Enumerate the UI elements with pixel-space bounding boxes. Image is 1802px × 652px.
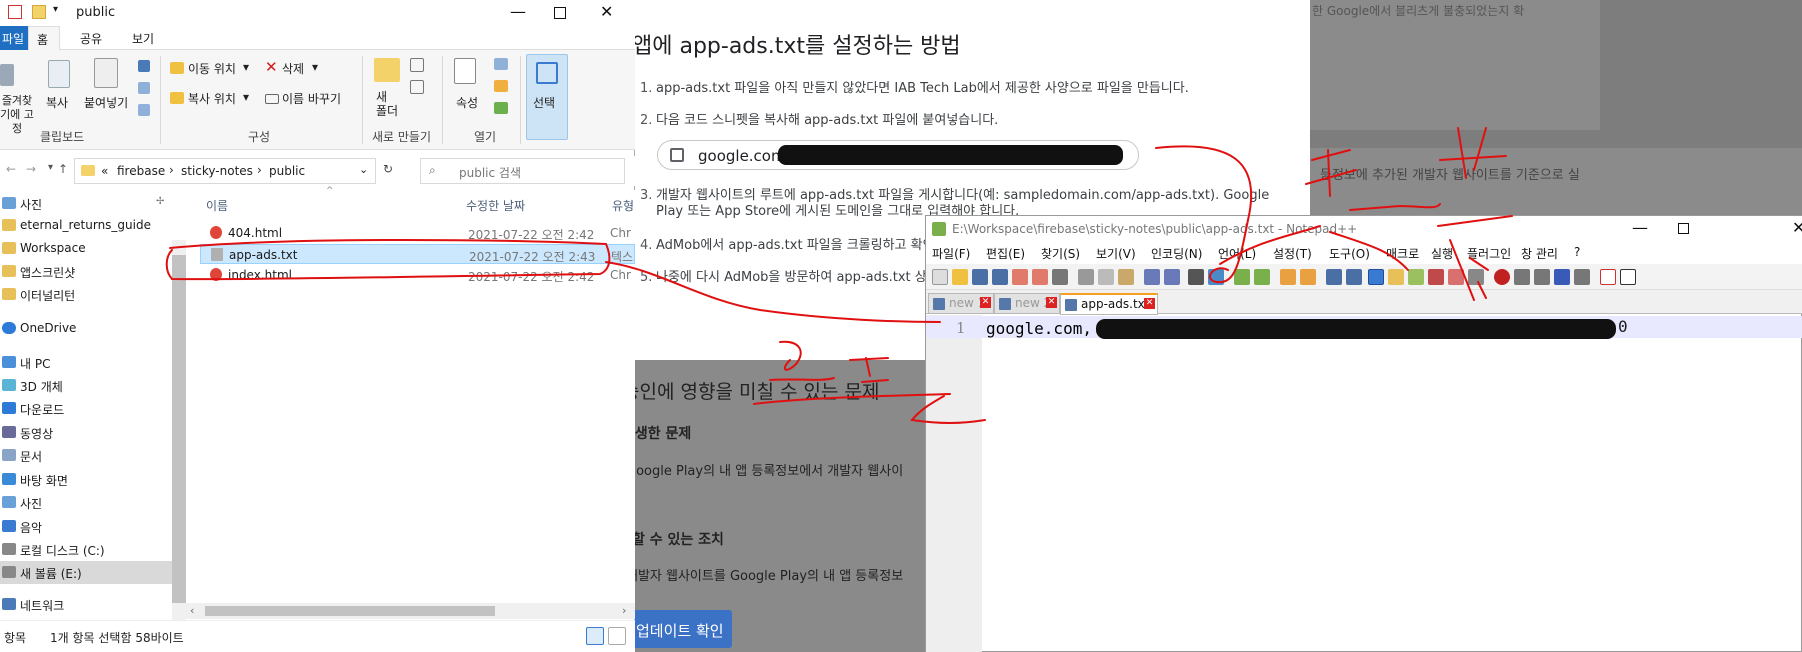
ink-doodle	[769, 340, 835, 381]
ink-strokes	[165, 127, 1513, 424]
red-ink-annotations	[165, 127, 1513, 424]
ink-doodle	[1219, 225, 1489, 299]
ink-doodle	[753, 357, 951, 405]
ink-right-brace	[1155, 145, 1253, 284]
ink-circle-selected-file	[165, 239, 611, 281]
ink-doodle	[1305, 149, 1441, 211]
ink-doodle	[910, 395, 986, 424]
ink-connector-line	[605, 261, 941, 323]
ink-doodle	[1437, 127, 1513, 301]
screen: 한 Google에서 블리츠게 불충되었는지 확 등정보에 추가된 개발자 웹사…	[0, 0, 1802, 652]
